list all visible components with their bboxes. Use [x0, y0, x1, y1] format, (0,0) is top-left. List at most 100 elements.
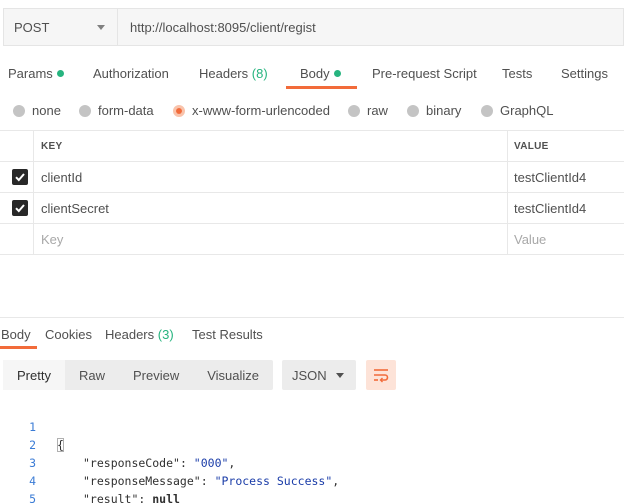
- json-sep: :: [138, 492, 153, 504]
- radio-none-label: none: [32, 103, 61, 118]
- radio-raw-label: raw: [367, 103, 388, 118]
- row-checkbox[interactable]: [12, 169, 28, 185]
- method-label: POST: [14, 19, 50, 35]
- body-type-selector: none form-data x-www-form-urlencoded raw…: [0, 100, 624, 122]
- param-key-text: clientId: [41, 169, 83, 185]
- new-key-input[interactable]: Key: [34, 224, 508, 254]
- tab-headers-count: (8): [251, 66, 268, 81]
- response-tab-cookies-label: Cookies: [45, 327, 92, 342]
- param-value-cell[interactable]: testClientId4: [508, 162, 624, 192]
- radio-binary[interactable]: binary: [407, 103, 461, 118]
- tab-body-label: Body: [300, 66, 330, 81]
- method-select[interactable]: POST: [3, 8, 117, 46]
- radio-form-data-label: form-data: [98, 103, 154, 118]
- response-tab-body-label: Body: [1, 327, 31, 342]
- tab-authorization-label: Authorization: [93, 66, 169, 81]
- radio-circle-selected: [173, 104, 185, 117]
- row-check-cell: [0, 162, 34, 192]
- radio-circle: [79, 104, 91, 117]
- tab-settings[interactable]: Settings: [561, 66, 608, 81]
- tab-headers-label: Headers: [199, 66, 249, 81]
- view-mode-visualize[interactable]: Visualize: [193, 360, 273, 390]
- radio-urlencoded[interactable]: x-www-form-urlencoded: [173, 103, 330, 118]
- table-row: clientSecret testClientId4: [0, 193, 624, 224]
- row-check-cell: [0, 193, 34, 223]
- radio-binary-label: binary: [426, 103, 462, 118]
- view-mode-preview[interactable]: Preview: [119, 360, 193, 390]
- view-mode-pretty[interactable]: Pretty: [3, 360, 65, 390]
- radio-none[interactable]: none: [13, 103, 61, 118]
- chevron-down-icon: [97, 25, 105, 30]
- tab-body[interactable]: Body: [300, 66, 341, 81]
- radio-circle: [348, 104, 360, 117]
- radio-urlencoded-label: x-www-form-urlencoded: [192, 103, 330, 118]
- json-value: null: [152, 492, 180, 504]
- response-view-bar: Pretty Raw Preview Visualize JSON: [3, 360, 403, 390]
- response-tab-headers-label: Headers: [105, 327, 155, 342]
- tab-headers[interactable]: Headers (8): [199, 66, 268, 81]
- line-number: 5: [29, 492, 36, 504]
- wrap-lines-icon: [374, 369, 389, 383]
- active-response-tab-indicator: [0, 346, 37, 349]
- param-value-text: testClientId4: [514, 169, 587, 185]
- body-indicator-dot: [333, 70, 341, 77]
- chevron-down-icon: [336, 373, 344, 378]
- response-tab-test-results[interactable]: Test Results: [192, 327, 263, 342]
- key-placeholder: Key: [41, 231, 64, 247]
- param-key-cell[interactable]: clientSecret: [34, 193, 508, 223]
- request-url-bar: POST http://localhost:8095/client/regist: [3, 8, 624, 46]
- params-indicator-dot: [56, 70, 64, 77]
- param-value-text: testClientId4: [514, 200, 587, 216]
- row-checkbox[interactable]: [12, 200, 28, 216]
- param-key-text: clientSecret: [41, 200, 109, 216]
- format-label: JSON: [292, 367, 327, 383]
- view-mode-raw[interactable]: Raw: [65, 360, 119, 390]
- response-tab-headers[interactable]: Headers (3): [105, 327, 174, 342]
- code-text: "result": null: [83, 490, 180, 504]
- view-mode-segmented-control: Pretty Raw Preview Visualize: [3, 360, 274, 390]
- wrap-lines-button[interactable]: [366, 360, 396, 390]
- table-row: clientId testClientId4: [0, 162, 624, 193]
- table-header-row: KEY VALUE: [0, 130, 624, 162]
- section-divider: [0, 317, 624, 318]
- tab-pre-request-script[interactable]: Pre-request Script: [372, 66, 477, 81]
- radio-circle: [481, 104, 493, 117]
- response-tab-headers-count: (3): [157, 327, 174, 342]
- tab-tests-label: Tests: [502, 66, 533, 81]
- radio-circle: [407, 104, 419, 117]
- code-line: 4 "result": null: [0, 454, 624, 504]
- param-key-cell[interactable]: clientId: [34, 162, 508, 192]
- header-check-cell: [0, 131, 34, 161]
- param-value-cell[interactable]: testClientId4: [508, 193, 624, 223]
- radio-circle: [13, 104, 25, 117]
- response-tab-test-results-label: Test Results: [192, 327, 263, 342]
- request-tabs: Params Authorization Headers (8) Body Pr…: [0, 60, 624, 90]
- radio-raw[interactable]: raw: [348, 103, 388, 118]
- tab-authorization[interactable]: Authorization: [93, 66, 169, 81]
- new-value-input[interactable]: Value: [508, 224, 624, 254]
- params-table: KEY VALUE clientId testClientId4 clientS…: [0, 130, 624, 255]
- active-tab-indicator: [286, 86, 357, 89]
- code-line: 5 }: [0, 472, 624, 504]
- tab-tests[interactable]: Tests: [502, 66, 532, 81]
- response-tab-cookies[interactable]: Cookies: [45, 327, 92, 342]
- column-header-key: KEY: [34, 131, 508, 161]
- code-line: 3 "responseMessage": "Process Success",: [0, 436, 624, 488]
- code-line: 1 {: [0, 400, 624, 452]
- tab-settings-label: Settings: [561, 66, 608, 81]
- radio-graphql-label: GraphQL: [500, 103, 554, 118]
- format-select[interactable]: JSON: [282, 360, 356, 390]
- url-text: http://localhost:8095/client/regist: [130, 19, 316, 35]
- radio-graphql[interactable]: GraphQL: [481, 103, 553, 118]
- radio-form-data[interactable]: form-data: [79, 103, 154, 118]
- table-row-empty: Key Value: [0, 224, 624, 255]
- tab-params[interactable]: Params: [8, 66, 64, 81]
- response-body-viewer: 1 { 2 "responseCode": "000", 3 "response…: [0, 400, 624, 504]
- response-tab-body[interactable]: Body: [1, 327, 31, 342]
- code-line: 2 "responseCode": "000",: [0, 418, 624, 470]
- tab-params-label: Params: [8, 66, 53, 81]
- url-input[interactable]: http://localhost:8095/client/regist: [117, 8, 624, 46]
- row-check-cell: [0, 224, 34, 254]
- checkmark-icon: [15, 173, 25, 182]
- column-header-value: VALUE: [514, 140, 549, 152]
